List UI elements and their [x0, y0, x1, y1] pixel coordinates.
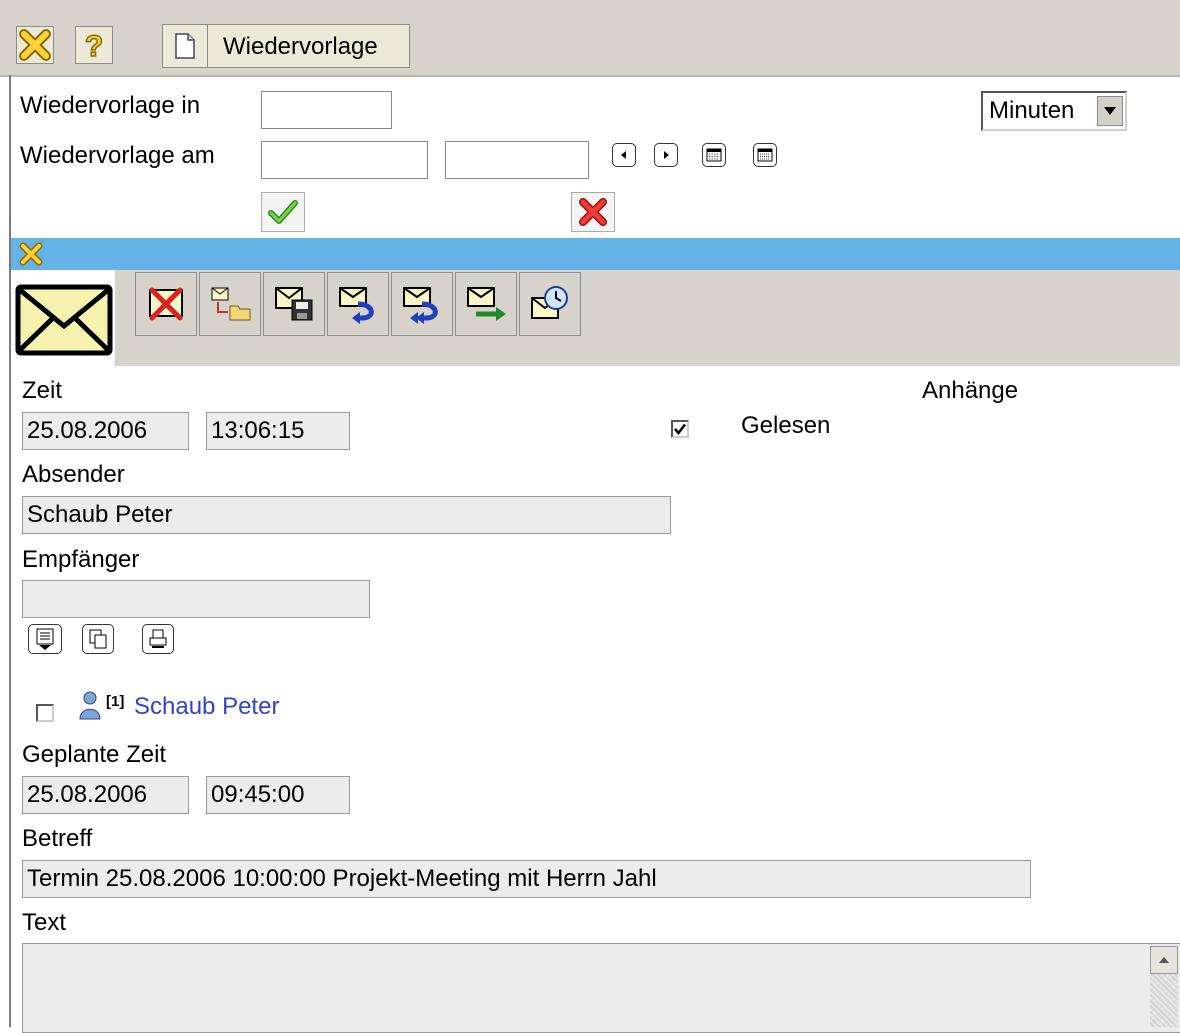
- recipient-checkbox[interactable]: [36, 704, 54, 722]
- list-icon: [36, 628, 54, 650]
- reply-button[interactable]: [327, 272, 389, 336]
- reply-all-button[interactable]: [391, 272, 453, 336]
- gelesen-checkbox[interactable]: [671, 420, 689, 438]
- wiedervorlage-in-label: Wiedervorlage in: [20, 92, 201, 119]
- save-mail-button[interactable]: [263, 272, 325, 336]
- arrow-up-icon: [1159, 957, 1169, 963]
- arrow-left-icon: [621, 151, 626, 159]
- chevron-down-icon[interactable]: [1097, 96, 1123, 126]
- left-border: [9, 75, 11, 1027]
- message-header-bar: [11, 238, 1180, 270]
- betreff-label: Betreff: [22, 825, 93, 852]
- planned-time-field[interactable]: [206, 776, 350, 814]
- zeit-date-field[interactable]: [22, 412, 189, 450]
- person-icon: [78, 690, 102, 727]
- absender-label: Absender: [22, 461, 125, 488]
- svg-text:?: ?: [85, 30, 103, 61]
- close-icon: [19, 242, 43, 266]
- wiedervorlage-time-input[interactable]: [445, 141, 589, 179]
- red-x-icon: [579, 198, 607, 226]
- previous-arrow-button[interactable]: [612, 143, 636, 167]
- text-label: Text: [22, 909, 67, 936]
- calendar-grid-icon: [757, 148, 773, 162]
- gelesen-label: Gelesen: [741, 412, 831, 439]
- print-icon: [149, 629, 167, 648]
- top-toolbar: ? Wiedervorlage: [0, 0, 1180, 77]
- save-mail-icon: [275, 287, 313, 321]
- envelope-icon: [11, 270, 115, 366]
- reply-all-icon: [403, 287, 438, 324]
- close-icon: [19, 29, 51, 61]
- close-button[interactable]: [16, 26, 54, 64]
- move-mail-button[interactable]: [199, 272, 261, 336]
- betreff-field[interactable]: [22, 860, 1031, 898]
- delete-mail-icon: [149, 287, 183, 321]
- help-button[interactable]: ?: [75, 26, 113, 64]
- checkmark-icon: [268, 200, 298, 224]
- recipient-list-button[interactable]: [28, 624, 62, 654]
- planned-date-field[interactable]: [22, 776, 189, 814]
- document-icon: [163, 25, 208, 67]
- next-arrow-button[interactable]: [654, 143, 678, 167]
- cancel-button[interactable]: [571, 192, 615, 232]
- confirm-button[interactable]: [261, 192, 305, 232]
- print-button[interactable]: [142, 624, 174, 654]
- wiedervorlage-in-input[interactable]: [261, 91, 392, 129]
- mail-clock-icon: [531, 286, 568, 319]
- wiedervorlage-am-label: Wiedervorlage am: [20, 142, 215, 169]
- empfaenger-field[interactable]: [22, 580, 370, 618]
- calendar-icon: [706, 148, 722, 162]
- message-text-area[interactable]: [22, 943, 1180, 1033]
- copy-icon: [89, 629, 107, 649]
- copy-recipients-button[interactable]: [82, 624, 114, 654]
- anhaenge-label: Anhänge: [922, 377, 1019, 404]
- recipient-index: [1]: [106, 693, 125, 710]
- checkmark-icon: [674, 423, 686, 435]
- zeit-label: Zeit: [22, 377, 63, 404]
- geplante-zeit-label: Geplante Zeit: [22, 741, 167, 768]
- tab-label: Wiedervorlage: [223, 33, 378, 60]
- reply-icon: [339, 287, 374, 324]
- scrollbar-track[interactable]: [1150, 974, 1178, 1027]
- empfaenger-label: Empfänger: [22, 546, 140, 573]
- calendar-month-button[interactable]: [753, 143, 777, 167]
- unit-select-value: Minuten: [989, 97, 1075, 124]
- arrow-right-icon: [664, 151, 669, 159]
- delete-mail-button[interactable]: [135, 272, 197, 336]
- forward-button[interactable]: [455, 272, 517, 336]
- help-icon: ?: [84, 29, 104, 61]
- move-to-folder-icon: [211, 287, 251, 321]
- close-message-button[interactable]: [19, 242, 43, 273]
- zeit-time-field[interactable]: [206, 412, 350, 450]
- absender-field[interactable]: [22, 496, 671, 534]
- scroll-up-button[interactable]: [1150, 946, 1178, 974]
- wiedervorlage-date-input[interactable]: [261, 141, 428, 179]
- reminder-button[interactable]: [519, 272, 581, 336]
- forward-icon: [467, 287, 506, 321]
- unit-select[interactable]: Minuten: [981, 91, 1127, 131]
- calendar-button[interactable]: [702, 143, 726, 167]
- recipient-link[interactable]: Schaub Peter: [134, 693, 279, 721]
- tab-wiedervorlage[interactable]: Wiedervorlage: [162, 24, 410, 68]
